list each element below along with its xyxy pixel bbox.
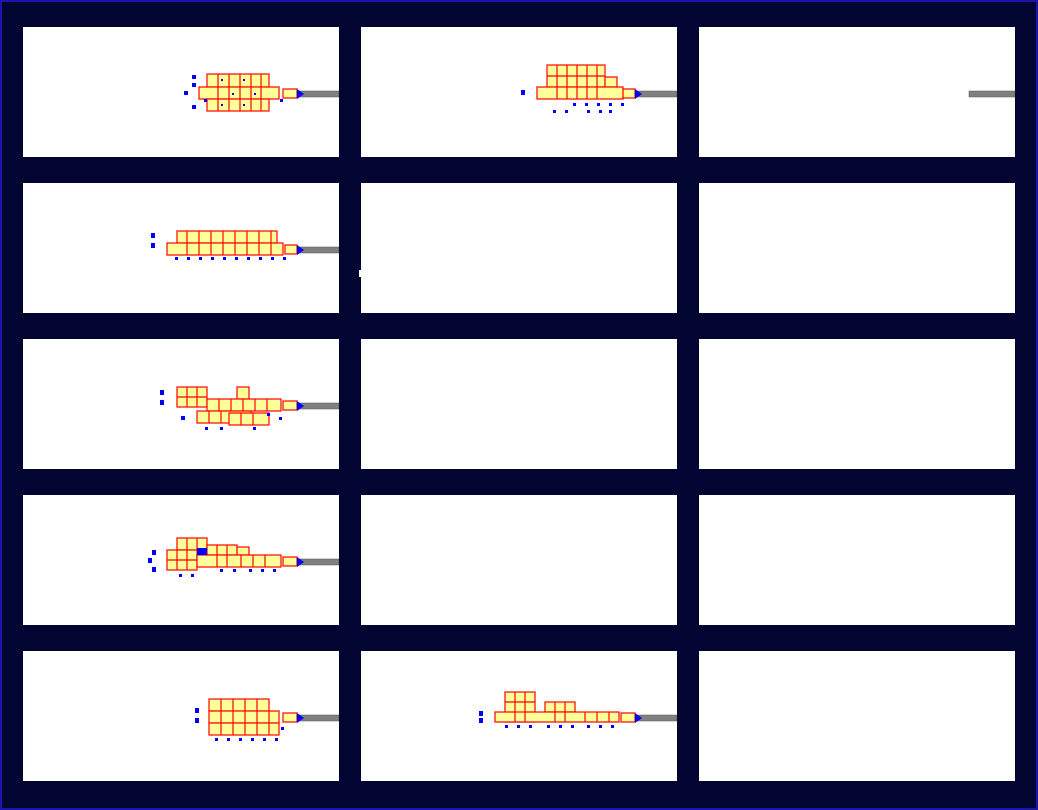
base-structure: [166, 230, 298, 256]
base-map-r1c3: [968, 90, 1015, 98]
panel-r1c2[interactable]: [361, 27, 677, 157]
panel-r4c3[interactable]: [699, 495, 1015, 625]
corridor: [636, 714, 677, 722]
panel-r4c1[interactable]: [23, 495, 339, 625]
stray-marker: [359, 270, 363, 277]
panel-r1c1[interactable]: [23, 27, 339, 157]
corridor: [298, 402, 339, 410]
base-structure: [536, 64, 636, 100]
base-map-r3c3: [699, 339, 1015, 469]
entrance-marker: [635, 89, 642, 99]
panel-r2c2[interactable]: [361, 183, 677, 313]
corridor: [298, 246, 339, 254]
base-map-r5c1: [195, 698, 339, 741]
base-structure: [198, 73, 298, 112]
corridor: [298, 558, 339, 566]
base-map-r2c2: [361, 183, 677, 313]
entrance-marker: [297, 89, 304, 99]
base-structure: [166, 537, 298, 571]
panel-r2c3[interactable]: [699, 183, 1015, 313]
base-map-r1c1: [184, 73, 339, 112]
panel-r3c3[interactable]: [699, 339, 1015, 469]
corridor: [298, 714, 339, 722]
panel-r1c3[interactable]: [699, 27, 1015, 157]
base-map-r3c1: [160, 386, 339, 430]
base-map-r5c3: [699, 651, 1015, 781]
base-map-r3c2: [361, 339, 677, 469]
entrance-marker: [297, 401, 304, 411]
base-map-r5c2: [479, 691, 677, 728]
base-map-r2c3: [699, 183, 1015, 313]
corridor: [298, 90, 339, 98]
panel-r3c2[interactable]: [361, 339, 677, 469]
base-map-r4c2: [361, 495, 677, 625]
corridor: [968, 90, 1015, 98]
panel-r2c1[interactable]: [23, 183, 339, 313]
entrance-marker: [297, 557, 304, 567]
base-map-r2c1: [151, 230, 339, 260]
panel-r3c1[interactable]: [23, 339, 339, 469]
entrance-marker: [297, 245, 304, 255]
panel-r5c3[interactable]: [699, 651, 1015, 781]
panel-r4c2[interactable]: [361, 495, 677, 625]
game-screen: [0, 0, 1038, 810]
corridor: [636, 90, 677, 98]
entrance-marker: [635, 713, 642, 723]
base-structure: [494, 691, 636, 723]
base-map-r4c1: [148, 537, 339, 577]
panel-r5c2[interactable]: [361, 651, 677, 781]
panel-r5c1[interactable]: [23, 651, 339, 781]
selected-room: [197, 548, 207, 555]
base-map-r4c3: [699, 495, 1015, 625]
entrance-marker: [297, 713, 304, 723]
base-map-r1c2: [521, 64, 677, 113]
